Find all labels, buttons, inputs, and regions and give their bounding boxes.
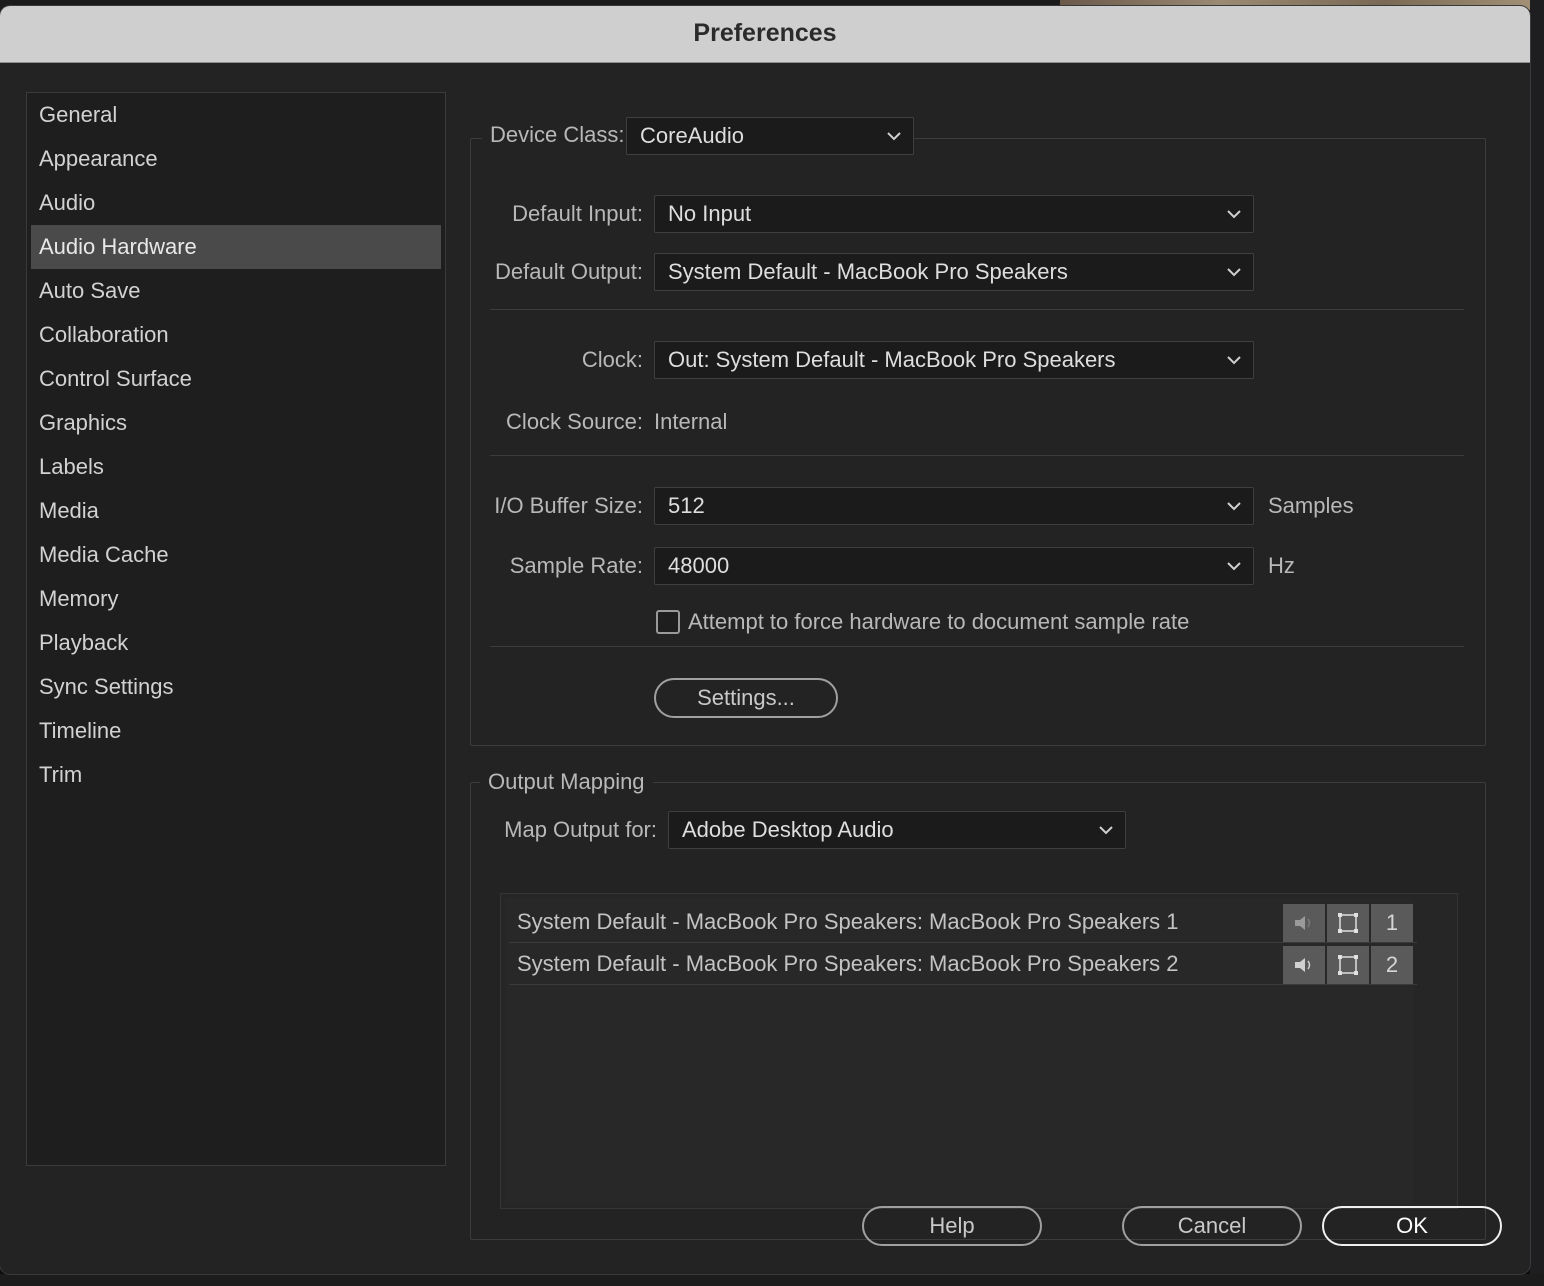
- preferences-sidebar: General Appearance Audio Audio Hardware …: [26, 92, 446, 1166]
- chevron-down-icon: [1099, 826, 1113, 835]
- force-sample-rate-checkbox[interactable]: [656, 610, 680, 634]
- clock-source-label: Clock Source:: [506, 409, 643, 434]
- sidebar-item-sync-settings[interactable]: Sync Settings: [31, 665, 441, 709]
- map-output-for-value: Adobe Desktop Audio: [682, 817, 894, 842]
- output-mapping-list: System Default - MacBook Pro Speakers: M…: [500, 893, 1458, 1209]
- buffer-size-unit: Samples: [1268, 493, 1354, 518]
- ok-button[interactable]: OK: [1322, 1206, 1502, 1246]
- default-input-dropdown[interactable]: No Input: [654, 195, 1254, 233]
- sidebar-item-auto-save[interactable]: Auto Save: [31, 269, 441, 313]
- sample-rate-label: Sample Rate:: [509, 553, 643, 578]
- map-output-for-label: Map Output for:: [504, 817, 657, 842]
- chevron-down-icon: [1227, 210, 1241, 219]
- output-mapping-row-label: System Default - MacBook Pro Speakers: M…: [517, 951, 1179, 976]
- settings-button[interactable]: Settings...: [654, 678, 838, 718]
- sample-rate-value: 48000: [668, 553, 730, 578]
- sample-rate-dropdown[interactable]: 48000: [654, 547, 1254, 585]
- device-class-label: Device Class:: [482, 120, 633, 150]
- sidebar-item-timeline[interactable]: Timeline: [31, 709, 441, 753]
- device-class-dropdown[interactable]: CoreAudio: [626, 117, 914, 155]
- chevron-down-icon: [1227, 356, 1241, 365]
- sidebar-item-appearance[interactable]: Appearance: [31, 137, 441, 181]
- buffer-size-value: 512: [668, 493, 705, 518]
- sidebar-item-memory[interactable]: Memory: [31, 577, 441, 621]
- speaker-icon[interactable]: [1283, 904, 1325, 942]
- divider: [490, 646, 1464, 647]
- buffer-size-dropdown[interactable]: 512: [654, 487, 1254, 525]
- chevron-down-icon: [1227, 562, 1241, 571]
- sidebar-item-audio-hardware[interactable]: Audio Hardware: [31, 225, 441, 269]
- default-output-dropdown[interactable]: System Default - MacBook Pro Speakers: [654, 253, 1254, 291]
- sidebar-item-control-surface[interactable]: Control Surface: [31, 357, 441, 401]
- sidebar-item-media-cache[interactable]: Media Cache: [31, 533, 441, 577]
- output-mapping-row[interactable]: System Default - MacBook Pro Speakers: M…: [509, 944, 1417, 985]
- chevron-down-icon: [887, 132, 901, 141]
- divider: [490, 309, 1464, 310]
- cancel-button[interactable]: Cancel: [1122, 1206, 1302, 1246]
- divider: [490, 455, 1464, 456]
- device-class-value: CoreAudio: [640, 123, 744, 148]
- background-app-edge: [1530, 0, 1544, 1286]
- sidebar-item-collaboration[interactable]: Collaboration: [31, 313, 441, 357]
- sidebar-item-general[interactable]: General: [31, 93, 441, 137]
- default-output-value: System Default - MacBook Pro Speakers: [668, 259, 1068, 284]
- output-mapping-list-area: System Default - MacBook Pro Speakers: M…: [505, 898, 1417, 1204]
- background-taskbar: [0, 1274, 1544, 1286]
- sidebar-item-labels[interactable]: Labels: [31, 445, 441, 489]
- sidebar-item-playback[interactable]: Playback: [31, 621, 441, 665]
- output-mapping-legend: Output Mapping: [480, 767, 653, 797]
- help-button[interactable]: Help: [862, 1206, 1042, 1246]
- sidebar-item-media[interactable]: Media: [31, 489, 441, 533]
- clock-value: Out: System Default - MacBook Pro Speake…: [668, 347, 1116, 372]
- sidebar-item-audio[interactable]: Audio: [31, 181, 441, 225]
- default-input-label: Default Input:: [512, 201, 643, 226]
- default-input-value: No Input: [668, 201, 752, 226]
- chevron-down-icon: [1227, 502, 1241, 511]
- default-output-label: Default Output:: [495, 259, 643, 284]
- buffer-size-label: I/O Buffer Size:: [494, 493, 643, 518]
- sample-rate-unit: Hz: [1268, 553, 1295, 578]
- map-output-for-dropdown[interactable]: Adobe Desktop Audio: [668, 811, 1126, 849]
- output-mapping-row[interactable]: System Default - MacBook Pro Speakers: M…: [509, 902, 1417, 943]
- preferences-dialog: Preferences General Appearance Audio Aud…: [0, 6, 1530, 1274]
- chevron-down-icon: [1227, 268, 1241, 277]
- channel-frame-icon[interactable]: [1327, 904, 1369, 942]
- sidebar-item-trim[interactable]: Trim: [31, 753, 441, 797]
- speaker-icon[interactable]: [1283, 946, 1325, 984]
- channel-number[interactable]: 2: [1371, 946, 1413, 984]
- clock-label: Clock:: [581, 347, 643, 372]
- clock-source-value: Internal: [654, 409, 728, 434]
- channel-number[interactable]: 1: [1371, 904, 1413, 942]
- sidebar-item-graphics[interactable]: Graphics: [31, 401, 441, 445]
- channel-frame-icon[interactable]: [1327, 946, 1369, 984]
- window-title: Preferences: [0, 6, 1530, 63]
- output-mapping-row-label: System Default - MacBook Pro Speakers: M…: [517, 909, 1179, 934]
- clock-dropdown[interactable]: Out: System Default - MacBook Pro Speake…: [654, 341, 1254, 379]
- force-sample-rate-label[interactable]: Attempt to force hardware to document sa…: [688, 607, 1189, 637]
